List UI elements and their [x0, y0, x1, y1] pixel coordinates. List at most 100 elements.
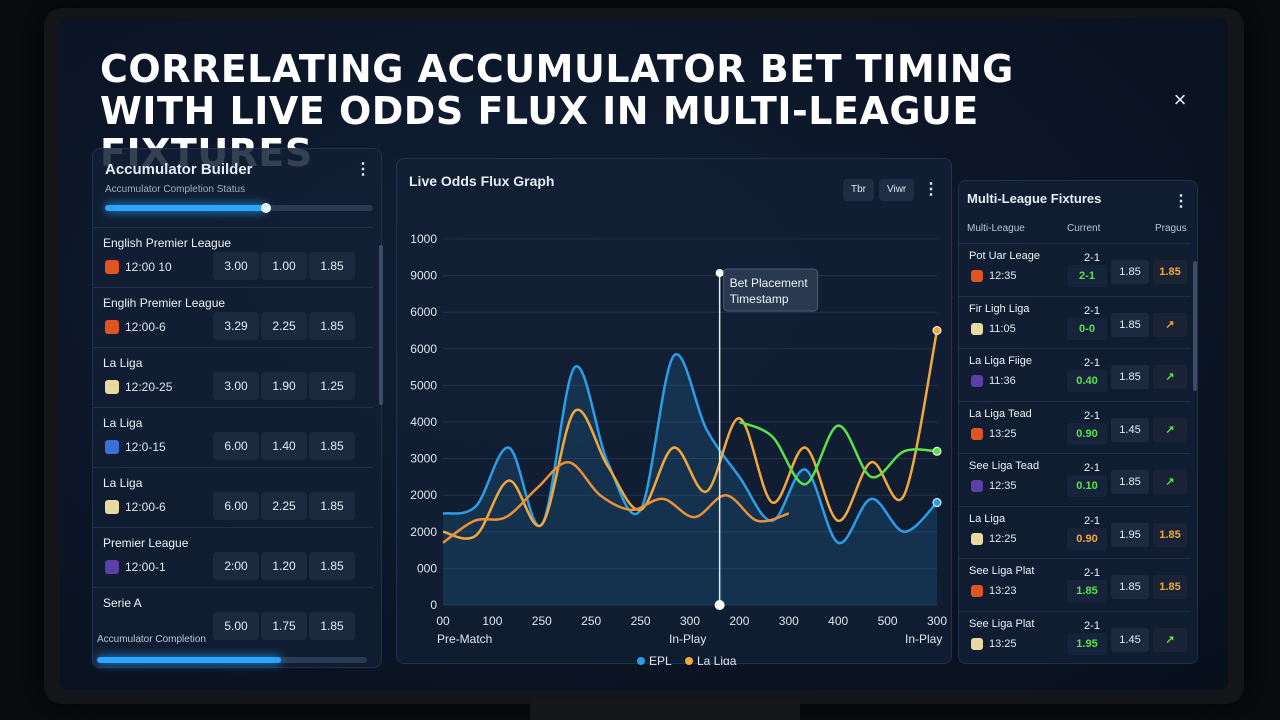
match-row[interactable]: Englih Premier League 12:00-6 3.29 2.25 1.85 [93, 287, 373, 347]
fixture-row[interactable]: La Liga Fiige 11:36 2-1 0.40 1.85 ↗ [959, 348, 1191, 400]
fixture-row[interactable]: Fir Ligh Liga 11:05 2-1 0-0 1.85 ↗ [959, 295, 1191, 348]
fixture-odds-button[interactable]: 1.85 [1111, 312, 1149, 337]
odds-button[interactable]: 6.00 [213, 432, 259, 460]
fixture-league: Fir Ligh Liga [969, 302, 1030, 315]
team-crest-icon [105, 260, 119, 274]
accumulator-builder-panel: Accumulator Builder ⋮ Accumulator Comple… [92, 148, 383, 668]
fixture-row[interactable]: La Liga 12:25 2-1 0.90 1.95 1.85 [959, 505, 1191, 558]
trend-up-icon[interactable]: ↗ [1153, 365, 1187, 389]
fixture-row[interactable]: See Liga Plat 13:23 2-1 1.85 1.85 1.85 [959, 558, 1191, 610]
match-row[interactable]: La Liga 12:00-6 6.00 2.25 1.85 [93, 467, 373, 527]
odds-button[interactable]: 1.85 [309, 612, 355, 640]
team-crest-icon [105, 380, 119, 394]
fixture-row[interactable]: La Liga Tead 13:25 2-1 0.90 1.45 ↗ [959, 400, 1191, 453]
fixture-live-odds: 0.40 [1067, 370, 1107, 392]
fixture-league: See Liga Plat [969, 565, 1035, 577]
fixture-score: 2-1 [1084, 619, 1100, 632]
completion-progress-bottom [97, 657, 367, 663]
fixtures-scrollbar[interactable] [1193, 261, 1197, 391]
legend-label: EPL [649, 654, 672, 665]
series-endpoint [932, 326, 942, 335]
bet-placement-marker-top[interactable] [715, 269, 724, 277]
trend-up-icon[interactable]: ↗ [1153, 627, 1187, 652]
match-row[interactable]: Serie A 5.00 1.75 1.85 [93, 587, 373, 667]
team-crest-icon [971, 480, 983, 492]
progress-handle[interactable] [260, 203, 271, 213]
fixture-league: La Liga Tead [969, 407, 1032, 420]
match-league: Premier League [103, 536, 189, 550]
fixture-time: 13:25 [989, 427, 1017, 440]
team-crest-icon [105, 500, 119, 514]
match-league: Serie A [103, 596, 142, 610]
y-tick-label: 9000 [410, 269, 437, 283]
series-endpoint [932, 498, 942, 508]
odds-button[interactable]: 1.85 [309, 492, 355, 520]
y-tick-label: 2000 [410, 525, 437, 539]
fixture-odds-button[interactable]: 1.45 [1111, 627, 1149, 652]
y-tick-label: 6000 [410, 342, 437, 356]
match-row[interactable]: English Premier League 12:00 10 3.00 1.00 1.… [93, 227, 373, 287]
graph-chip-view[interactable]: Viwr [879, 179, 915, 201]
graph-menu-icon[interactable]: ⋮ [923, 181, 939, 199]
builder-menu-icon[interactable]: ⋮ [355, 161, 371, 179]
fixture-time: 12:35 [989, 480, 1017, 492]
odds-button[interactable]: 6.00 [213, 492, 259, 520]
odds-button[interactable]: 1.85 [309, 312, 355, 340]
trend-up-icon[interactable]: ↗ [1153, 470, 1187, 494]
graph-title: Live Odds Flux Graph [409, 173, 555, 189]
odds-button[interactable]: 3.29 [213, 312, 259, 340]
odds-button[interactable]: 1.85 [309, 252, 355, 280]
trend-up-icon[interactable]: ↗ [1153, 417, 1187, 442]
graph-chip-tbr[interactable]: Tbr [843, 179, 874, 201]
odds-button[interactable]: 1.00 [261, 252, 307, 280]
builder-title: Accumulator Builder [105, 161, 253, 178]
trend-up-icon[interactable]: ↗ [1153, 312, 1187, 337]
fixture-odds-button[interactable]: 1.45 [1111, 417, 1149, 442]
odds-button[interactable]: 1.25 [309, 372, 355, 400]
odds-button[interactable]: 5.00 [213, 612, 259, 640]
odds-button[interactable]: 1.85 [309, 432, 355, 460]
match-row[interactable]: La Liga 12:0-15 6.00 1.40 1.85 [93, 407, 373, 467]
odds-button[interactable]: 1.20 [261, 552, 307, 580]
close-icon[interactable]: × [1168, 88, 1192, 112]
match-time: 12:00 10 [125, 260, 172, 274]
match-time: 12:20-25 [125, 380, 173, 394]
y-tick-label: 1000 [410, 232, 437, 246]
odds-button[interactable]: 1.85 [309, 552, 355, 580]
fixture-row[interactable]: See Liga Tead 12:35 2-1 0.10 1.85 ↗ [959, 453, 1191, 505]
fixture-league: La Liga Fiige [969, 355, 1032, 367]
fixtures-menu-icon[interactable]: ⋮ [1173, 193, 1189, 211]
bet-placement-marker-bottom[interactable] [714, 600, 725, 610]
fixture-odds-button[interactable]: 1.85 [1111, 575, 1149, 599]
fixture-pragus-odds[interactable]: 1.85 [1153, 575, 1187, 599]
y-tick-label: 2000 [410, 488, 437, 502]
fixture-odds-button[interactable]: 1.85 [1111, 365, 1149, 389]
odds-button[interactable]: 1.75 [261, 612, 307, 640]
fixture-pragus-odds[interactable]: 1.85 [1153, 522, 1187, 547]
odds-button[interactable]: 2.25 [261, 312, 307, 340]
team-crest-icon [971, 637, 983, 650]
y-tick-label: 6000 [410, 305, 437, 319]
fixture-time: 12:35 [989, 270, 1017, 282]
y-tick-label: 4000 [410, 415, 437, 429]
match-row[interactable]: La Liga 12:20-25 3.00 1.90 1.25 [93, 347, 373, 407]
builder-scrollbar[interactable] [379, 245, 383, 405]
phase-label: Pre-Match [437, 632, 492, 646]
odds-button[interactable]: 3.00 [213, 372, 259, 400]
odds-button[interactable]: 2.25 [261, 492, 307, 520]
odds-button[interactable]: 2:00 [213, 552, 259, 580]
fixture-odds-button[interactable]: 1.85 [1111, 260, 1149, 284]
odds-button[interactable]: 1.40 [261, 432, 307, 460]
odds-button[interactable]: 1.90 [261, 372, 307, 400]
odds-button[interactable]: 3.00 [213, 252, 259, 280]
fixture-odds-button[interactable]: 1.95 [1111, 522, 1149, 547]
match-league: La Liga [103, 416, 143, 430]
fixture-odds-button[interactable]: 1.85 [1111, 470, 1149, 494]
match-time: 12:00-6 [125, 320, 166, 334]
fixture-row[interactable]: Pot Uar Leage 12:35 2-1 2-1 1.85 1.85 [959, 243, 1191, 295]
match-row[interactable]: Premier League 12:00-1 2:00 1.20 1.85 [93, 527, 373, 587]
fixture-pragus-odds[interactable]: 1.85 [1153, 260, 1187, 284]
fixture-row[interactable]: See Liga Plat 13:25 2-1 1.95 1.45 ↗ [959, 610, 1191, 663]
fixture-league: Pot Uar Leage [969, 250, 1040, 262]
fixture-score: 2-1 [1084, 567, 1100, 579]
